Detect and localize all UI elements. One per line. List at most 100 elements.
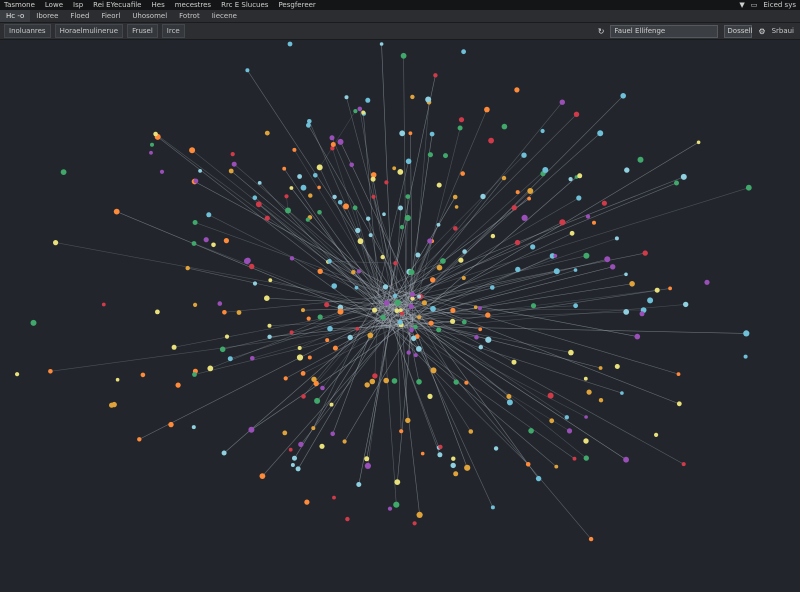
graph-node[interactable] xyxy=(417,294,422,299)
graph-node[interactable] xyxy=(400,52,407,59)
graph-node[interactable] xyxy=(583,376,588,381)
graph-node[interactable] xyxy=(313,173,318,178)
graph-node[interactable] xyxy=(353,109,358,114)
graph-node[interactable] xyxy=(429,131,435,137)
graph-node[interactable] xyxy=(484,106,490,113)
graph-node[interactable] xyxy=(452,194,458,200)
graph-node[interactable] xyxy=(433,73,438,78)
graph-node[interactable] xyxy=(460,171,466,176)
graph-node[interactable] xyxy=(398,205,403,211)
graph-node[interactable] xyxy=(399,224,405,230)
graph-node[interactable] xyxy=(283,376,288,381)
graph-node[interactable] xyxy=(454,205,459,209)
graph-node[interactable] xyxy=(420,451,425,456)
graph-node[interactable] xyxy=(192,372,197,377)
toolbar-item[interactable]: Iboree xyxy=(30,10,64,22)
graph-node[interactable] xyxy=(417,315,422,320)
graph-node[interactable] xyxy=(490,505,495,510)
graph-node[interactable] xyxy=(458,117,465,123)
menu-item[interactable]: mecestres xyxy=(171,0,217,10)
toolbar-button[interactable]: Horaelmulinerue xyxy=(54,24,124,38)
graph-node[interactable] xyxy=(559,99,565,105)
graph-node[interactable] xyxy=(490,233,496,239)
graph-node[interactable] xyxy=(351,270,356,275)
graph-node[interactable] xyxy=(189,147,196,154)
graph-node[interactable] xyxy=(371,194,376,199)
graph-node[interactable] xyxy=(330,142,336,147)
graph-node[interactable] xyxy=(48,369,53,374)
graph-node[interactable] xyxy=(398,308,403,312)
graph-node[interactable] xyxy=(637,156,644,163)
graph-node[interactable] xyxy=(364,462,371,469)
graph-node[interactable] xyxy=(384,180,389,185)
graph-node[interactable] xyxy=(332,194,337,200)
graph-node[interactable] xyxy=(485,312,491,318)
graph-node[interactable] xyxy=(380,314,386,321)
graph-node[interactable] xyxy=(408,269,415,276)
graph-node[interactable] xyxy=(298,441,304,448)
graph-node[interactable] xyxy=(300,184,307,191)
graph-node[interactable] xyxy=(332,495,336,500)
graph-node[interactable] xyxy=(572,456,577,461)
graph-node[interactable] xyxy=(604,256,611,263)
graph-node[interactable] xyxy=(428,320,434,326)
graph-node[interactable] xyxy=(416,511,423,518)
toolbar-item[interactable]: Fotrot xyxy=(173,10,206,22)
dossell-field[interactable]: Dossell xyxy=(724,24,753,38)
graph-node[interactable] xyxy=(404,214,411,222)
graph-node[interactable] xyxy=(149,150,153,155)
graph-node[interactable] xyxy=(397,319,403,325)
graph-node[interactable] xyxy=(585,214,591,219)
graph-node[interactable] xyxy=(185,265,190,271)
graph-node[interactable] xyxy=(468,429,474,434)
graph-node[interactable] xyxy=(415,252,421,258)
graph-node[interactable] xyxy=(175,382,181,388)
graph-node[interactable] xyxy=(421,300,427,306)
graph-canvas[interactable] xyxy=(0,40,800,592)
graph-node[interactable] xyxy=(573,268,578,272)
toolbar-item[interactable]: Iiecene xyxy=(206,10,243,22)
graph-node[interactable] xyxy=(674,180,679,186)
graph-node[interactable] xyxy=(153,131,158,137)
graph-node[interactable] xyxy=(408,303,414,310)
graph-node[interactable] xyxy=(252,281,258,286)
graph-node[interactable] xyxy=(230,152,235,157)
graph-node[interactable] xyxy=(408,131,413,136)
graph-node[interactable] xyxy=(366,216,371,221)
extra-label[interactable]: Srbaui xyxy=(772,27,794,35)
graph-node[interactable] xyxy=(264,130,270,136)
graph-node[interactable] xyxy=(236,310,242,315)
graph-node[interactable] xyxy=(436,222,441,227)
graph-node[interactable] xyxy=(224,334,230,339)
graph-node[interactable] xyxy=(357,106,363,112)
graph-node[interactable] xyxy=(193,302,198,307)
graph-node[interactable] xyxy=(425,96,432,103)
graph-node[interactable] xyxy=(111,401,117,408)
graph-node[interactable] xyxy=(354,285,359,290)
graph-node[interactable] xyxy=(568,177,573,182)
graph-node[interactable] xyxy=(461,276,466,280)
graph-node[interactable] xyxy=(680,173,687,180)
graph-node[interactable] xyxy=(159,169,165,174)
graph-node[interactable] xyxy=(601,200,608,206)
graph-node[interactable] xyxy=(411,335,417,341)
graph-node[interactable] xyxy=(317,314,323,320)
graph-node[interactable] xyxy=(511,205,517,211)
graph-node[interactable] xyxy=(304,499,310,505)
graph-node[interactable] xyxy=(623,309,630,315)
graph-node[interactable] xyxy=(620,391,624,395)
graph-node[interactable] xyxy=(410,94,415,100)
graph-node[interactable] xyxy=(284,194,289,199)
graph-node[interactable] xyxy=(397,169,404,175)
graph-node[interactable] xyxy=(337,200,343,205)
graph-node[interactable] xyxy=(301,394,306,399)
graph-node[interactable] xyxy=(592,220,596,225)
graph-node[interactable] xyxy=(222,310,227,315)
graph-node[interactable] xyxy=(743,354,748,359)
graph-node[interactable] xyxy=(485,336,492,343)
graph-node[interactable] xyxy=(300,371,306,376)
graph-node[interactable] xyxy=(356,482,362,487)
graph-node[interactable] xyxy=(245,68,250,73)
graph-node[interactable] xyxy=(681,462,686,467)
graph-node[interactable] xyxy=(530,244,536,250)
